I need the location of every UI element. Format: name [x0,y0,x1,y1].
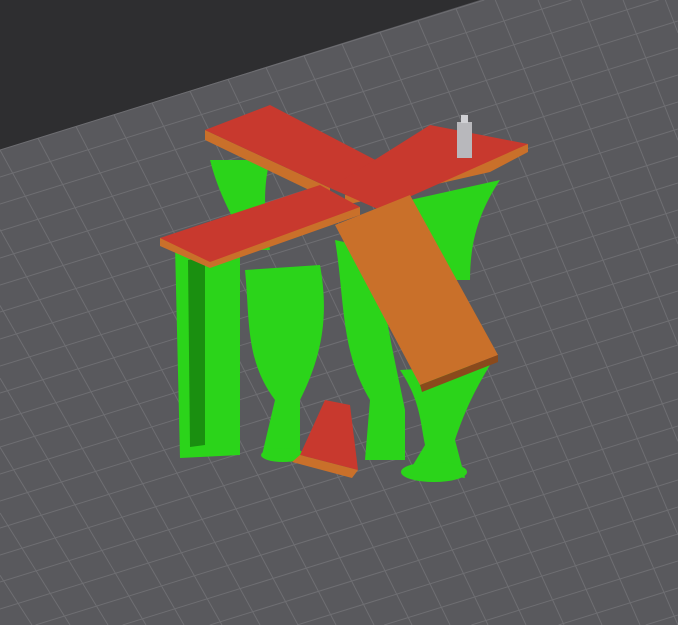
3d-viewport[interactable] [0,0,678,625]
scene [0,0,678,625]
support-base [401,462,467,482]
nozzle-toolhead [457,122,472,158]
nozzle-tip [461,115,468,123]
support-pillar-left-shade [188,258,205,447]
support-pillar-left [175,235,240,458]
